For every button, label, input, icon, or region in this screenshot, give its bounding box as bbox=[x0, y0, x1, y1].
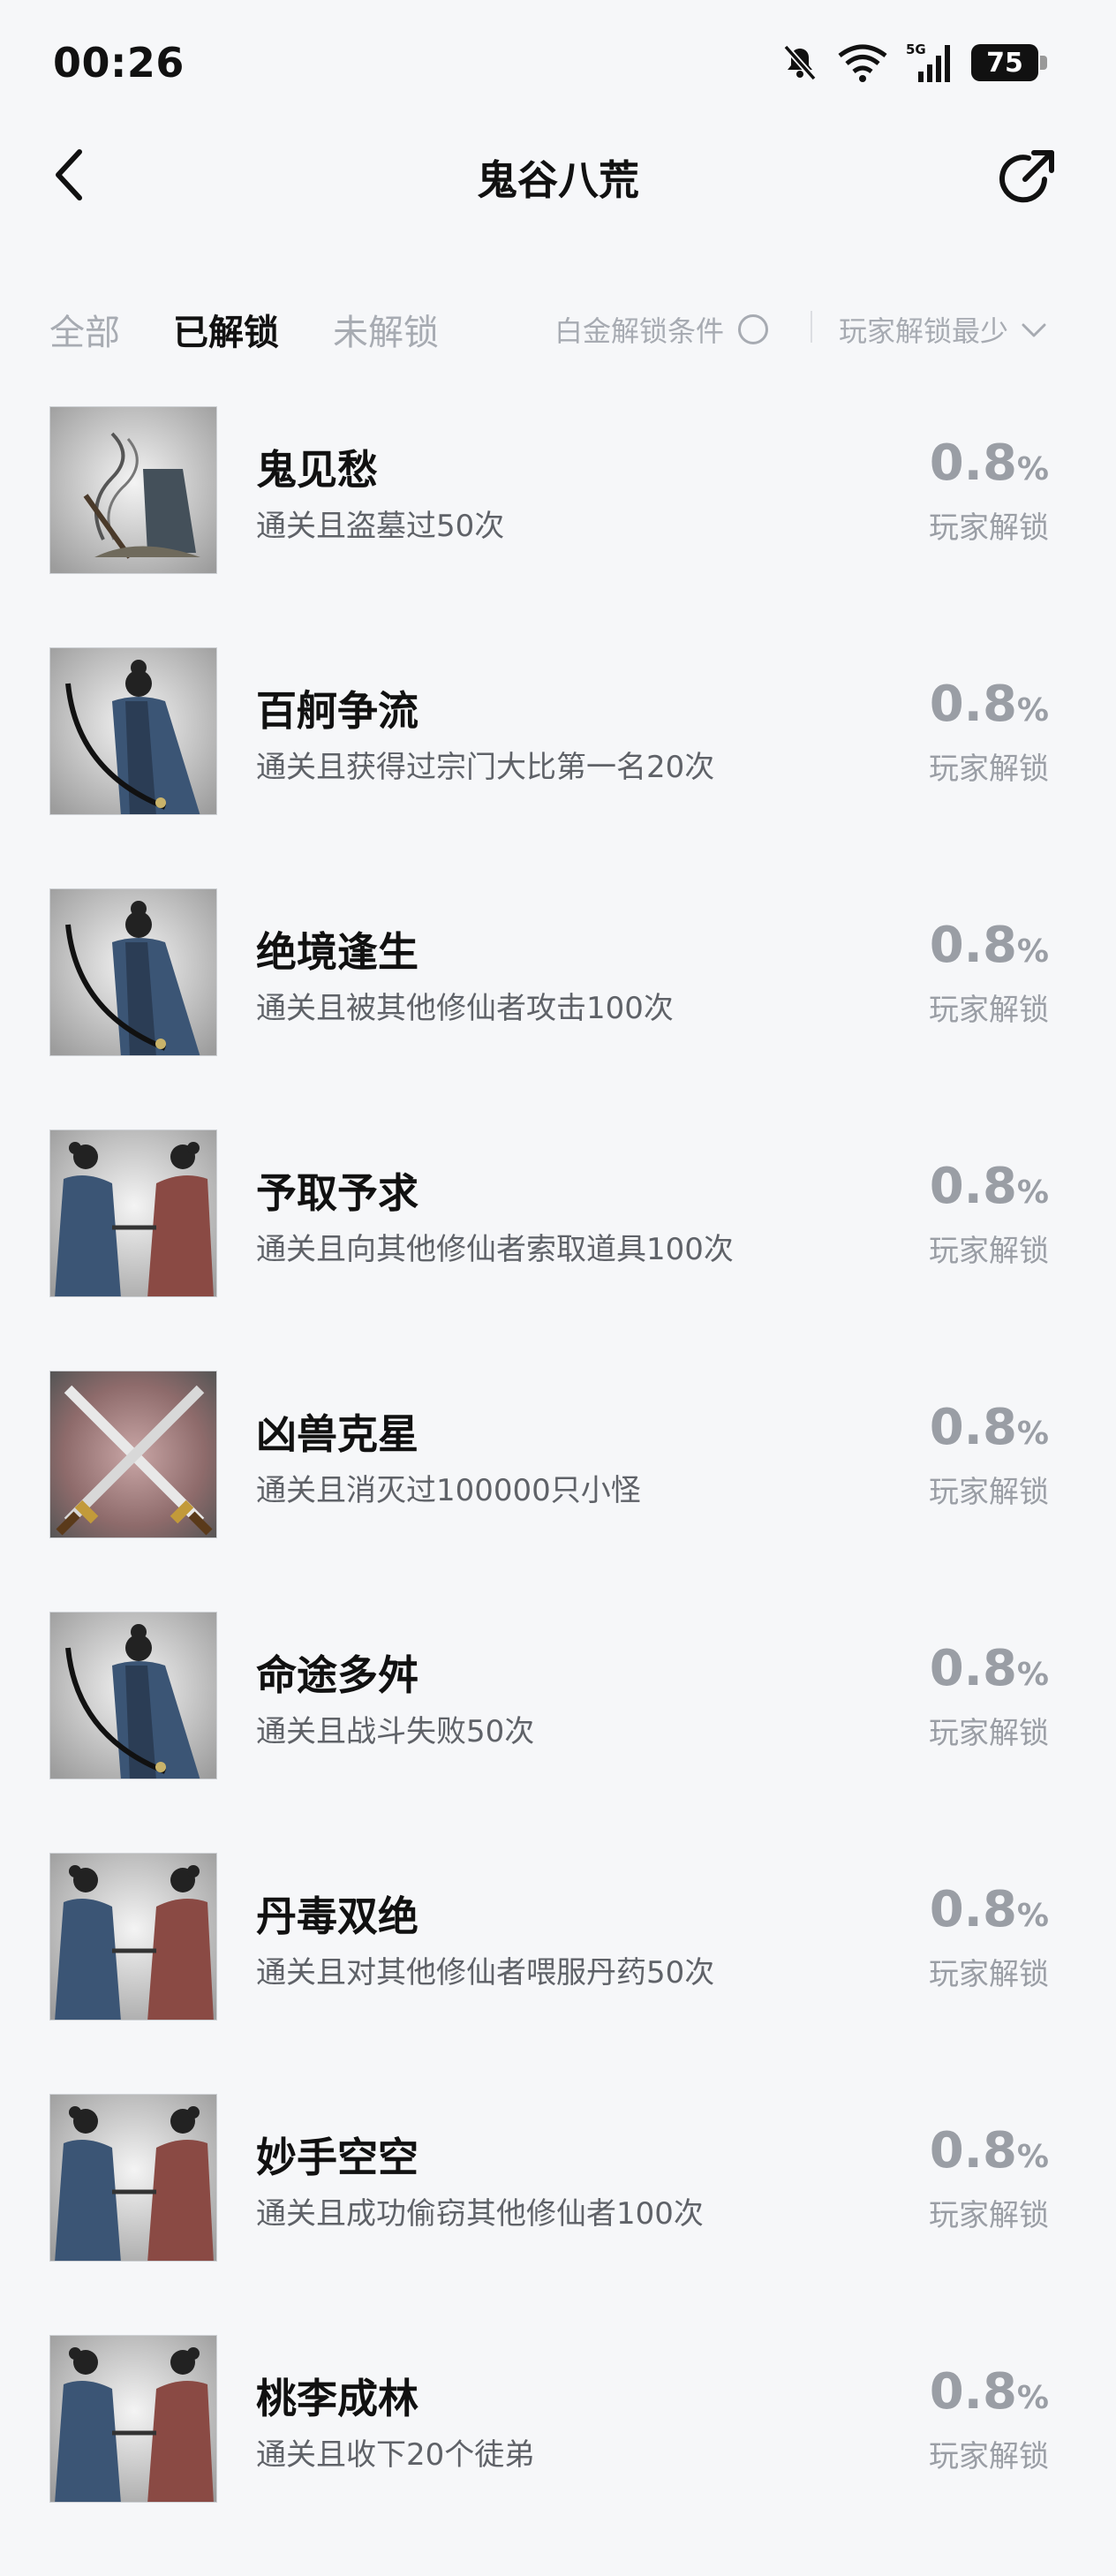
swordsman-icon bbox=[49, 888, 217, 1056]
two-cultivators-icon bbox=[49, 1853, 217, 2021]
achievement-title: 丹毒双绝 bbox=[256, 1892, 418, 1940]
swordsman-icon bbox=[49, 647, 217, 815]
achievement-row[interactable]: 凶兽克星 通关且消灭过100000只小怪 0.8% 玩家解锁 bbox=[0, 1371, 1116, 1612]
achievement-desc: 通关且获得过宗门大比第一名20次 bbox=[256, 750, 715, 785]
achievement-title: 妙手空空 bbox=[256, 2134, 418, 2181]
achievement-title: 鬼见愁 bbox=[256, 446, 378, 494]
achievement-desc: 通关且盗墓过50次 bbox=[256, 509, 505, 544]
achievement-title: 予取予求 bbox=[256, 1169, 418, 1217]
achievement-desc: 通关且对其他修仙者喂服丹药50次 bbox=[256, 1955, 715, 1991]
two-cultivators-icon bbox=[49, 2335, 217, 2503]
page-title: 鬼谷八荒 bbox=[477, 156, 639, 204]
status-bar: 00:26 5G 75 bbox=[0, 0, 1116, 132]
unlock-label: 玩家解锁 bbox=[929, 2439, 1049, 2474]
wifi-icon bbox=[837, 43, 888, 82]
achievement-desc: 通关且向其他修仙者索取道具100次 bbox=[256, 1232, 734, 1267]
unlock-label: 玩家解锁 bbox=[929, 510, 1049, 546]
achievement-row[interactable]: 丹毒双绝 通关且对其他修仙者喂服丹药50次 0.8% 玩家解锁 bbox=[0, 1853, 1116, 2094]
two-cultivators-icon bbox=[49, 2094, 217, 2262]
achievement-row[interactable]: 百舸争流 通关且获得过宗门大比第一名20次 0.8% 玩家解锁 bbox=[0, 647, 1116, 888]
unlock-percent: 0.8% bbox=[929, 1881, 1049, 1938]
filter-bar: 全部 已解锁 未解锁 白金解锁条件 玩家解锁最少 bbox=[0, 291, 1116, 362]
swordsman-icon bbox=[49, 1612, 217, 1779]
unlock-label: 玩家解锁 bbox=[929, 1234, 1049, 1269]
achievement-title: 凶兽克星 bbox=[256, 1410, 418, 1458]
unlock-percent: 0.8% bbox=[929, 2363, 1049, 2421]
grave-incense-icon bbox=[49, 406, 217, 574]
achievement-desc: 通关且被其他修仙者攻击100次 bbox=[256, 991, 674, 1026]
status-time: 00:26 bbox=[53, 39, 185, 87]
achievement-list: 鬼见愁 通关且盗墓过50次 0.8% 玩家解锁 百舸争流 通关且获得过宗门大比第… bbox=[0, 406, 1116, 2576]
achievement-desc: 通关且战斗失败50次 bbox=[256, 1714, 535, 1749]
achievement-desc: 通关且成功偷窃其他修仙者100次 bbox=[256, 2196, 704, 2232]
achievement-row[interactable]: 妙手空空 通关且成功偷窃其他修仙者100次 0.8% 玩家解锁 bbox=[0, 2094, 1116, 2335]
achievement-row[interactable]: 鬼见愁 通关且盗墓过50次 0.8% 玩家解锁 bbox=[0, 406, 1116, 647]
unlock-percent: 0.8% bbox=[929, 676, 1049, 733]
cellular-5g-icon: 5G bbox=[906, 42, 954, 84]
tab-all[interactable]: 全部 bbox=[49, 304, 120, 355]
unlock-percent: 0.8% bbox=[929, 917, 1049, 974]
unlock-percent: 0.8% bbox=[929, 1640, 1049, 1697]
sort-label: 玩家解锁最少 bbox=[839, 314, 1009, 348]
platinum-label: 白金解锁条件 bbox=[554, 314, 725, 348]
achievement-title: 命途多舛 bbox=[256, 1651, 418, 1699]
header: 鬼谷八荒 bbox=[0, 132, 1116, 256]
share-button[interactable] bbox=[987, 140, 1067, 219]
achievement-title: 百舸争流 bbox=[256, 687, 418, 735]
sort-dropdown[interactable]: 玩家解锁最少 bbox=[839, 309, 1047, 350]
achievement-row[interactable]: 予取予求 通关且向其他修仙者索取道具100次 0.8% 玩家解锁 bbox=[0, 1129, 1116, 1371]
platinum-filter[interactable]: 白金解锁条件 bbox=[554, 309, 769, 350]
unlock-label: 玩家解锁 bbox=[929, 752, 1049, 787]
two-cultivators-icon bbox=[49, 1129, 217, 1297]
unlock-label: 玩家解锁 bbox=[929, 1475, 1049, 1510]
share-icon bbox=[995, 146, 1059, 213]
crossed-swords-icon bbox=[49, 1371, 217, 1538]
tab-locked[interactable]: 未解锁 bbox=[333, 304, 439, 355]
achievement-desc: 通关且消灭过100000只小怪 bbox=[256, 1473, 641, 1508]
chevron-down-icon bbox=[1021, 313, 1047, 346]
achievement-desc: 通关且收下20个徒弟 bbox=[256, 2437, 535, 2473]
status-icons: 5G 75 bbox=[780, 41, 1047, 85]
unlock-percent: 0.8% bbox=[929, 2122, 1049, 2179]
achievement-row[interactable]: 命途多舛 通关且战斗失败50次 0.8% 玩家解锁 bbox=[0, 1612, 1116, 1853]
achievement-row[interactable]: 桃李成林 通关且收下20个徒弟 0.8% 玩家解锁 bbox=[0, 2335, 1116, 2576]
achievement-row[interactable]: 绝境逢生 通关且被其他修仙者攻击100次 0.8% 玩家解锁 bbox=[0, 888, 1116, 1129]
divider bbox=[811, 311, 812, 343]
mute-icon bbox=[780, 43, 819, 82]
achievement-title: 绝境逢生 bbox=[256, 928, 418, 976]
achievement-title: 桃李成林 bbox=[256, 2375, 418, 2422]
unlock-label: 玩家解锁 bbox=[929, 2198, 1049, 2233]
tab-unlocked[interactable]: 已解锁 bbox=[173, 304, 279, 355]
battery-indicator: 75 bbox=[971, 44, 1047, 81]
unlock-label: 玩家解锁 bbox=[929, 1716, 1049, 1751]
unlock-label: 玩家解锁 bbox=[929, 993, 1049, 1028]
unlock-percent: 0.8% bbox=[929, 1399, 1049, 1456]
unlock-percent: 0.8% bbox=[929, 434, 1049, 492]
unlock-label: 玩家解锁 bbox=[929, 1957, 1049, 1992]
unlock-percent: 0.8% bbox=[929, 1158, 1049, 1215]
svg-text:5G: 5G bbox=[906, 42, 926, 57]
radio-icon[interactable] bbox=[738, 314, 769, 344]
